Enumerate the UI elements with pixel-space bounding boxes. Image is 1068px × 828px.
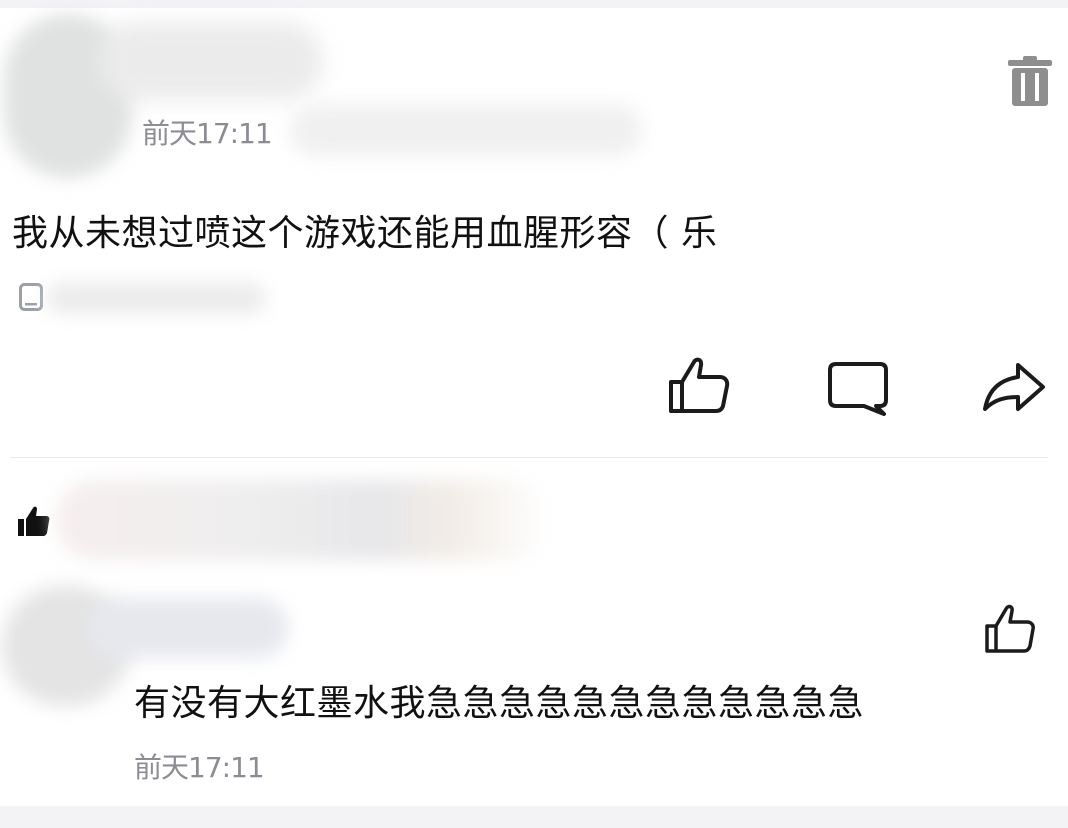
reply-username[interactable] xyxy=(88,598,288,658)
top-separator-band xyxy=(0,0,1068,8)
device-icon xyxy=(19,283,43,311)
post-text: 我从未想过喷这个游戏还能用血腥形容（ 乐 xyxy=(12,213,718,254)
trash-icon[interactable] xyxy=(1008,56,1052,108)
reply-text: 有没有大红墨水我急急急急急急急急急急急急 xyxy=(134,683,865,724)
share-icon[interactable] xyxy=(982,362,1046,412)
section-divider xyxy=(10,457,1048,458)
liked-thumb-icon xyxy=(18,506,50,536)
liked-users[interactable] xyxy=(55,480,550,560)
device-name xyxy=(46,282,266,314)
bottom-separator-band xyxy=(0,806,1068,828)
post-timestamp: 前天17:11 xyxy=(142,117,273,150)
reply-timestamp: 前天17:11 xyxy=(134,751,265,784)
reply-like-icon[interactable] xyxy=(985,604,1035,654)
post-location xyxy=(290,104,642,156)
like-icon[interactable] xyxy=(668,356,732,414)
username[interactable] xyxy=(98,22,323,100)
comment-icon[interactable] xyxy=(828,362,888,416)
